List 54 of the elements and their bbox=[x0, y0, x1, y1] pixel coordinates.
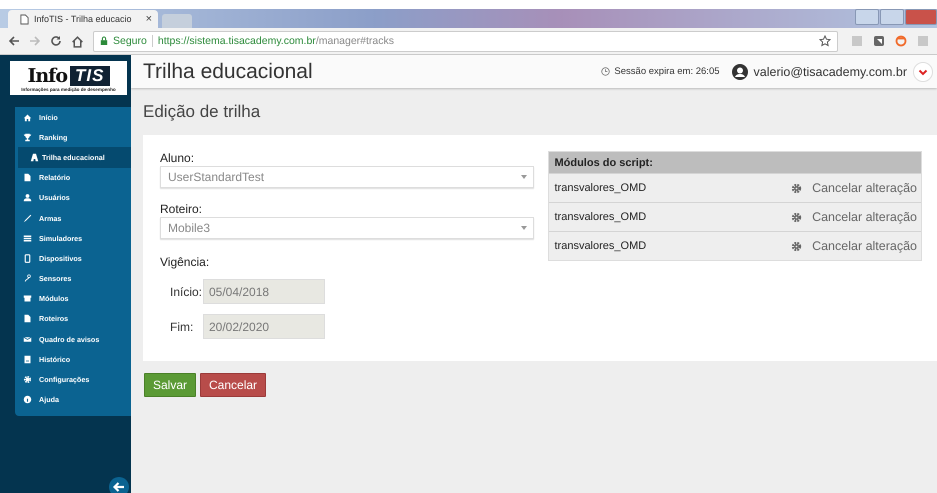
gear-icon bbox=[23, 375, 32, 384]
trophy-icon bbox=[23, 132, 32, 142]
phone-icon bbox=[23, 254, 32, 263]
clock-icon bbox=[601, 67, 610, 76]
table-cell-text: transvalores_OMD bbox=[554, 182, 648, 194]
document-icon bbox=[23, 314, 32, 324]
pencil-icon bbox=[23, 214, 32, 223]
field-label: Aluno: bbox=[160, 151, 196, 165]
cancel-button[interactable]: Cancelar bbox=[200, 373, 266, 397]
star-icon[interactable] bbox=[819, 35, 831, 47]
user-email: valerio@tisacademy.com.br bbox=[754, 64, 907, 78]
info-icon bbox=[23, 395, 32, 404]
session-timer: Sessão expira em: 26:05 bbox=[614, 66, 720, 77]
section-title: Edição de trilha bbox=[142, 101, 262, 123]
field-label: Roteiro: bbox=[160, 202, 204, 216]
user-icon bbox=[732, 64, 748, 80]
security-label: Seguro bbox=[113, 35, 153, 47]
document-icon bbox=[23, 173, 32, 182]
extension-icon[interactable] bbox=[873, 35, 885, 47]
field-label: Início: bbox=[170, 284, 203, 298]
table-header: Módulos do script: bbox=[549, 152, 921, 173]
save-button[interactable]: Salvar bbox=[144, 373, 196, 397]
box-icon bbox=[23, 294, 32, 304]
user-icon bbox=[23, 193, 32, 202]
cancel-change-link[interactable]: Cancelar alteração bbox=[812, 210, 917, 224]
cancel-change-link[interactable]: Cancelar alteração bbox=[812, 181, 917, 195]
caret-icon bbox=[521, 226, 528, 230]
chevron-down-icon[interactable] bbox=[913, 62, 933, 82]
field-label: Fim: bbox=[170, 320, 194, 334]
select-field[interactable]: Mobile3 bbox=[160, 217, 534, 239]
list-icon bbox=[23, 234, 32, 243]
back-icon[interactable] bbox=[8, 35, 20, 47]
home-icon[interactable] bbox=[71, 34, 84, 48]
field-label: Vigência: bbox=[160, 255, 210, 269]
browser-tab[interactable]: InfoTIS - Trilha educacio × bbox=[8, 10, 158, 28]
gear-icon[interactable] bbox=[791, 240, 802, 252]
book-icon bbox=[23, 354, 32, 364]
back-arrow-icon[interactable] bbox=[109, 477, 129, 493]
home-icon bbox=[23, 112, 32, 122]
table-cell-text: transvalores_OMD bbox=[554, 211, 648, 223]
url-text: https://sistema.tisacademy.com.br/manager#tracks bbox=[158, 35, 396, 47]
envelope-icon bbox=[23, 334, 32, 344]
caret-icon bbox=[521, 175, 528, 179]
address-bar[interactable]: Seguro https://sistema.tisacademy.com.br/manager#tracks bbox=[93, 30, 838, 52]
table-cell-text: transvalores_OMD bbox=[554, 240, 648, 252]
lock-icon bbox=[100, 36, 108, 46]
close-button[interactable]: × bbox=[146, 13, 152, 25]
select-field[interactable]: UserStandardTest bbox=[160, 166, 534, 188]
page-heading: Trilha educacional bbox=[143, 60, 313, 84]
reload-icon[interactable] bbox=[50, 35, 62, 47]
page-icon bbox=[20, 14, 29, 24]
cancel-change-link[interactable]: Cancelar alteração bbox=[812, 239, 917, 253]
gear-icon[interactable] bbox=[791, 212, 802, 222]
gear-icon[interactable] bbox=[791, 182, 802, 194]
